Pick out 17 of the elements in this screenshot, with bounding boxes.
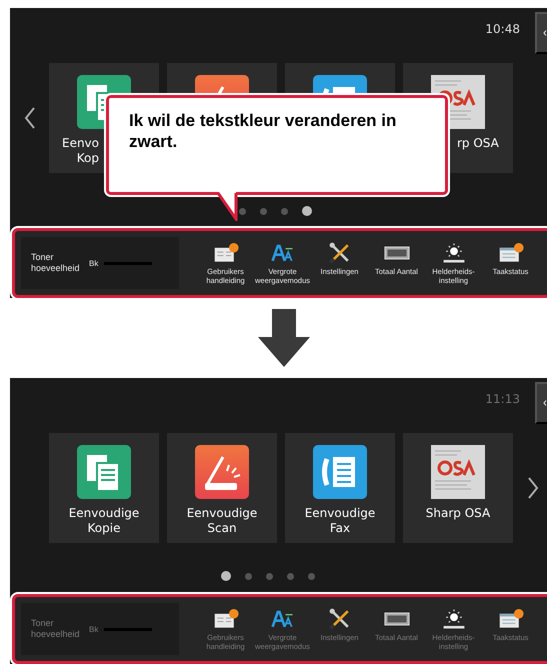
tile-label: Kop xyxy=(76,151,99,166)
toner-label: Toner hoeveelheid xyxy=(31,618,81,640)
tile-label: Sharp OSA xyxy=(426,506,490,521)
clock: 10:48 xyxy=(485,22,520,36)
toner-label: Toner hoeveelheid xyxy=(31,252,81,274)
tile-label: Eenvoudige xyxy=(186,506,258,521)
tile-label: rp OSA xyxy=(457,136,499,151)
clock: 11:13 xyxy=(485,392,520,406)
tile-label: Eenvoudige xyxy=(304,506,376,521)
tile-label: Kopie xyxy=(88,521,120,536)
speech-bubble-tooltip: Ik wil de tekstkleur veranderen in zwart. xyxy=(106,95,448,195)
tile-label: Eenvoudige xyxy=(68,506,140,521)
toner-color-label: Bk xyxy=(89,258,98,268)
tile-label: Eenvo xyxy=(62,136,99,151)
toner-color-label: Bk xyxy=(89,624,98,634)
tile-label: Fax xyxy=(330,521,350,536)
tile-label: Scan xyxy=(207,521,237,536)
